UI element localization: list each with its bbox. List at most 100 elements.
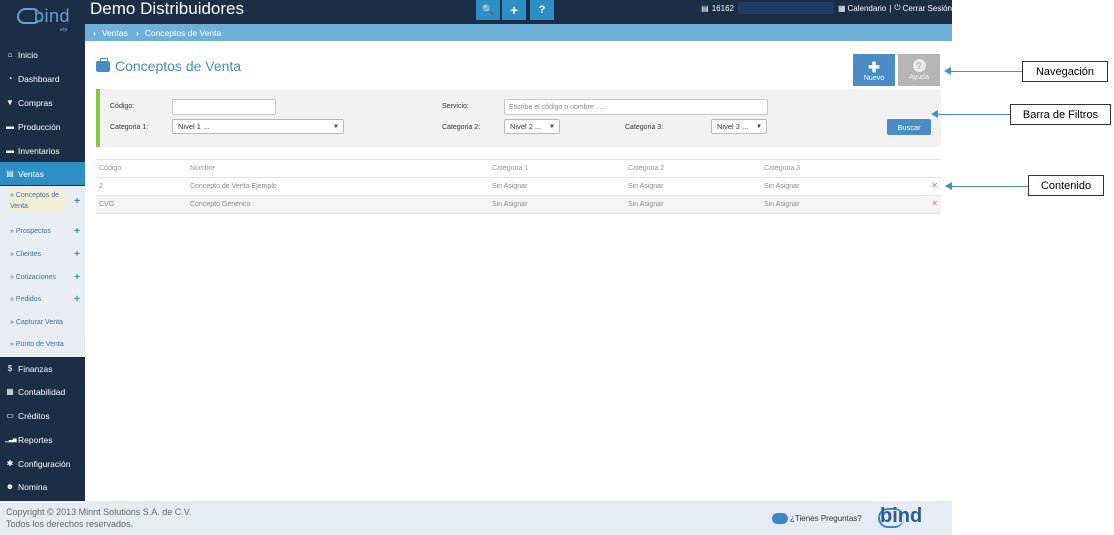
arrow-left-icon [931, 110, 938, 118]
submenu-item-pedidos[interactable]: » Pedidos + [0, 291, 85, 307]
sidebar-item-ventas[interactable]: ▤ Ventas [0, 162, 85, 185]
copyright-text: Copyright © 2013 Minnt Solutions S.A. de… [6, 507, 192, 517]
help-button[interactable]: ? Ayuda [898, 54, 940, 86]
new-button[interactable]: ✚ Nuevo [853, 54, 895, 86]
sidebar-item-label: Inventarios [18, 145, 60, 156]
page-title: Conceptos de Venta [96, 57, 241, 74]
categoria2-select[interactable]: Nivel 2 ... ▼ [504, 119, 560, 134]
column-header[interactable]: Categoria 1 [492, 165, 528, 172]
delete-icon[interactable]: ✕ [931, 199, 938, 208]
signal-icon: ▁▃▅ [5, 436, 17, 443]
ventas-submenu: » Conceptos de Venta + » Prospectos + » … [0, 186, 85, 357]
caret-down-icon: ▼ [333, 123, 339, 130]
submenu-item-prospectos[interactable]: » Prospectos + [0, 223, 85, 239]
submenu-item-conceptos[interactable]: » Conceptos de Venta + [0, 189, 85, 213]
column-header[interactable]: Código [99, 165, 121, 172]
top-bar: Demo Distribuidores 🔍 + ? ▤ 16162 ▦ Cale… [0, 0, 952, 24]
table-row[interactable]: 2 Concepto de Venta Ejemplo Sin Asignar … [96, 177, 941, 195]
table-cell: 2 [99, 183, 103, 190]
separator: | [889, 3, 892, 13]
faq-label: ¿Tienes Preguntas? [790, 514, 862, 523]
cogs-icon: ✱ [6, 459, 14, 468]
sidebar-item-label: Dashboard [18, 73, 60, 84]
sidebar-item-label: Ventas [18, 168, 44, 179]
app-title: Demo Distribuidores [90, 0, 244, 18]
plus-icon[interactable]: + [502, 0, 526, 20]
calendar-icon: ▦ [837, 3, 846, 13]
user-area: ▤ 16162 ▦ Calendario | ⏻ Cerrar Sesión [701, 2, 952, 14]
plus-icon[interactable]: + [74, 196, 80, 207]
logout-link[interactable]: Cerrar Sesión [903, 4, 952, 13]
servicio-input[interactable]: Escribe el código o nombre ..... [504, 99, 768, 115]
plus-icon[interactable]: + [74, 294, 80, 305]
annotation-barra-filtros: Barra de Filtros [1010, 104, 1111, 125]
sidebar-item-creditos[interactable]: ▭ Créditos [0, 404, 85, 427]
annotation-line [951, 186, 1028, 187]
submenu-item-punto-de-venta[interactable]: » Punto de Venta [0, 336, 85, 352]
dollar-icon: $ [7, 364, 13, 373]
caret-down-icon: ▼ [549, 123, 555, 130]
arrow-left-icon [944, 67, 951, 75]
column-header[interactable]: Nombre [190, 165, 215, 172]
faq-link[interactable]: ¿Tienes Preguntas? [772, 513, 862, 524]
sidebar-item-finanzas[interactable]: $ Finanzas [0, 357, 85, 380]
sidebar-item-inventarios[interactable]: ▬ Inventarios [0, 139, 85, 162]
question-icon: ? [912, 59, 926, 72]
categoria1-select[interactable]: Nivel 1 ... ▼ [172, 119, 344, 134]
table-cell: Sin Asignar [628, 183, 664, 190]
sidebar-item-label: Producción [18, 121, 61, 132]
sidebar-item-configuracion[interactable]: ✱ Configuración [0, 452, 85, 475]
help-button-label: Ayuda [909, 74, 929, 81]
table-header: Código Nombre Categoria 1 Categoria 2 Ca… [96, 159, 941, 177]
sidebar-item-label: Créditos [18, 410, 50, 421]
sidebar-item-reportes[interactable]: ▁▃▅ Reportes [0, 428, 85, 451]
sidebar-item-dashboard[interactable]: ◔ Dashboard [0, 67, 85, 90]
table-row[interactable]: CVG Concepto Genérico Sin Asignar Sin As… [96, 195, 941, 213]
plus-icon[interactable]: + [74, 272, 80, 283]
new-button-label: Nuevo [863, 74, 885, 82]
chevron-right-icon: › [93, 27, 96, 38]
sidebar-item-label: Reportes [18, 434, 53, 445]
categoria2-label: Categoria 2: [442, 124, 481, 131]
home-icon: ⌂ [7, 50, 13, 59]
submenu-item-label: » Capturar Venta [10, 318, 63, 326]
plus-icon[interactable]: + [74, 226, 80, 237]
codigo-input[interactable] [172, 99, 276, 115]
sidebar-item-produccion[interactable]: ▬ Producción [0, 115, 85, 138]
sidebar-item-compras[interactable]: ▼ Compras [0, 91, 85, 114]
annotation-line [937, 114, 1010, 115]
table-cell: Concepto Genérico [190, 201, 251, 208]
logo[interactable]: bind erp [0, 0, 85, 40]
table-cell: Sin Asignar [764, 183, 800, 190]
help-icon[interactable]: ? [530, 0, 554, 20]
search-button[interactable]: Buscar [887, 119, 931, 135]
sidebar-item-label: Compras [18, 97, 53, 108]
footer: Copyright © 2013 Minnt Solutions S.A. de… [0, 501, 952, 535]
breadcrumb-item-ventas[interactable]: Ventas [102, 28, 128, 38]
column-header[interactable]: Categoria 3 [764, 165, 800, 172]
sidebar-item-nomina[interactable]: ☻ Nomina [0, 475, 85, 498]
sidebar-item-contabilidad[interactable]: ▦ Contabilidad [0, 380, 85, 403]
plus-icon[interactable]: + [74, 249, 80, 260]
breadcrumb: › Ventas › Conceptos de Venta [85, 24, 952, 41]
submenu-item-cotizaciones[interactable]: » Cotizaciones + [0, 269, 85, 285]
annotation-contenido: Contenido [1028, 175, 1104, 196]
categoria3-value: Nivel 3 ... [717, 122, 749, 131]
table-bottom-border [96, 213, 941, 214]
submenu-item-clientes[interactable]: » Clientes + [0, 246, 85, 262]
sidebar-item-label: Configuración [18, 458, 71, 469]
categoria3-select[interactable]: Nivel 3 ... ▼ [711, 119, 767, 134]
calendar-link[interactable]: Calendario [848, 4, 887, 13]
column-header[interactable]: Categoria 2 [628, 165, 664, 172]
search-icon[interactable]: 🔍 [476, 0, 500, 20]
delete-icon[interactable]: ✕ [931, 181, 938, 190]
plus-icon: ✚ [868, 58, 880, 75]
sidebar-item-label: Finanzas [18, 363, 53, 374]
categoria1-label: Categoria 1: [110, 124, 149, 131]
counter-value: 16162 [711, 3, 734, 13]
submenu-item-capturar-venta[interactable]: » Capturar Venta [0, 314, 85, 330]
logout-icon: ⏻ [894, 3, 901, 12]
top-actions: 🔍 + ? [476, 0, 556, 20]
rights-text: Todos los derechos reservados. [6, 519, 134, 529]
sidebar-item-inicio[interactable]: ⌂ Inicio [0, 43, 85, 66]
